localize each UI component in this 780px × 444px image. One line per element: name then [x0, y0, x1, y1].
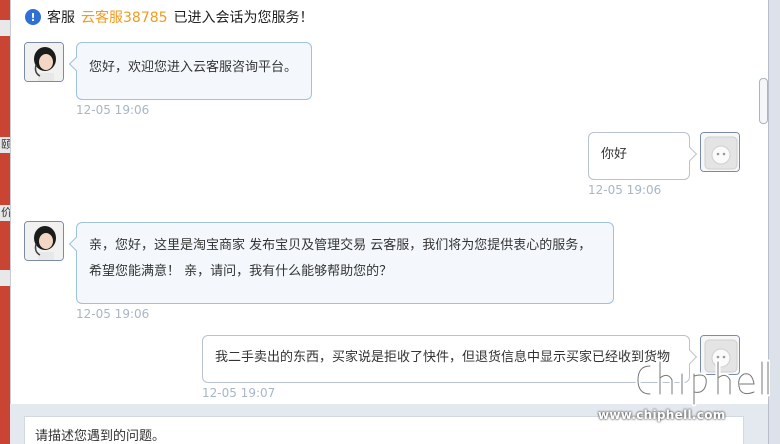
background-window-edge: 颐 价 — [0, 0, 12, 444]
background-text — [0, 270, 10, 286]
agent-name: 云客服38785 — [81, 10, 168, 26]
chat-scrollbar[interactable] — [759, 78, 768, 124]
message-text: 你好 — [601, 147, 628, 162]
input-area — [10, 404, 768, 444]
background-text: 价 — [0, 205, 12, 221]
agent-avatar-icon — [25, 43, 63, 81]
message-time: 12-05 19:06 — [76, 307, 150, 321]
user-message-bubble: 我二手卖出的东西，买家说是拒收了快件，但退货信息中显示买家已经收到货物 — [202, 335, 698, 383]
user-avatar-icon — [701, 336, 739, 374]
user-avatar-icon — [701, 133, 739, 171]
message-text: 亲，您好，这里是淘宝商家 发布宝贝及管理交易 云客服，我们将为您提供衷心的服务， — [89, 238, 592, 253]
background-text: 颐 — [0, 137, 12, 153]
info-icon: ! — [25, 9, 41, 25]
background-text — [0, 20, 10, 36]
notice-suffix: 已进入会话为您服务！ — [173, 10, 314, 26]
message-text: 我二手卖出的东西，买家说是拒收了快件，但退货信息中显示买家已经收到货物 — [215, 350, 671, 365]
notice-prefix: 客服 — [47, 10, 75, 26]
agent-avatar[interactable] — [24, 42, 64, 82]
message-text: 您好，欢迎您进入云客服咨询平台。 — [89, 60, 298, 75]
agent-message-bubble: 您好，欢迎您进入云客服咨询平台。 — [68, 42, 312, 100]
window-right-edge — [768, 0, 780, 444]
user-avatar[interactable] — [700, 132, 740, 172]
agent-avatar-icon — [25, 222, 63, 260]
user-message-bubble: 你好 — [588, 132, 698, 180]
agent-avatar[interactable] — [24, 221, 64, 261]
message-time: 12-05 19:07 — [202, 386, 276, 400]
message-time: 12-05 19:06 — [588, 183, 662, 197]
message-time: 12-05 19:06 — [76, 103, 150, 117]
system-notice: ! 客服 云客服38785 已进入会话为您服务！ — [25, 5, 314, 29]
user-avatar[interactable] — [700, 335, 740, 375]
chat-window: ! 客服 云客服38785 已进入会话为您服务！ 您好，欢迎您进入云客服咨询平台。 … — [10, 0, 768, 444]
agent-message-bubble: 亲，您好，这里是淘宝商家 发布宝贝及管理交易 云客服，我们将为您提供衷心的服务，… — [68, 222, 614, 304]
message-input[interactable] — [24, 416, 744, 444]
message-text: 希望您能满意！ 亲，请问，我有什么能够帮助您的？ — [89, 264, 393, 279]
